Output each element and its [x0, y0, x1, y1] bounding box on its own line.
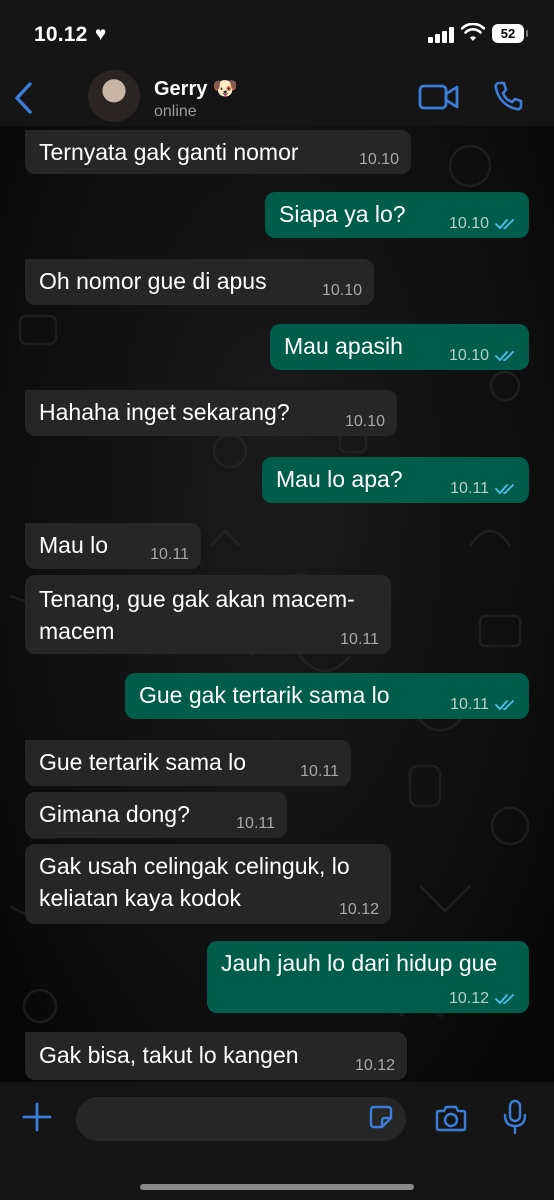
message-time: 10.11 — [150, 546, 189, 563]
home-indicator[interactable] — [140, 1184, 414, 1190]
back-chevron-icon[interactable] — [10, 78, 38, 118]
message-incoming[interactable]: Gak bisa, takut lo kangen 10.12 — [25, 1032, 407, 1080]
message-time: 10.10 — [344, 413, 385, 430]
message-incoming[interactable]: Tenang, gue gak akan macem-macem 10.11 — [25, 575, 391, 654]
message-meta: 10.10 — [449, 347, 517, 365]
message-outgoing[interactable]: Siapa ya lo? 10.10 — [265, 192, 529, 238]
message-meta: 10.11 — [450, 480, 517, 498]
message-time: 10.10 — [358, 151, 399, 168]
chat-header: Gerry 🐶 online — [0, 70, 554, 126]
message-outgoing[interactable]: Gue gak tertarik sama lo 10.11 — [125, 673, 529, 719]
message-time: 10.10 — [448, 215, 489, 232]
contact-name[interactable]: Gerry 🐶 — [154, 76, 238, 101]
message-incoming[interactable]: Hahaha inget sekarang? 10.10 — [25, 390, 397, 436]
message-text: Jauh jauh lo dari hidup gue — [221, 950, 498, 976]
message-time: 10.12 — [448, 990, 489, 1007]
message-time: 10.10 — [448, 347, 489, 364]
camera-icon[interactable] — [435, 1104, 467, 1132]
message-meta: 10.12 — [449, 990, 517, 1008]
cellular-signal-icon — [428, 27, 458, 43]
message-outgoing[interactable]: Jauh jauh lo dari hidup gue 10.12 — [207, 941, 529, 1013]
message-time: 10.11 — [450, 480, 489, 497]
message-time: 10.12 — [354, 1057, 395, 1074]
wifi-icon — [461, 23, 485, 41]
message-incoming[interactable]: Gimana dong? 10.11 — [25, 792, 287, 838]
message-incoming[interactable]: Gue tertarik sama lo 10.11 — [25, 740, 351, 786]
message-time: 10.10 — [321, 282, 362, 299]
message-incoming[interactable]: Oh nomor gue di apus 10.10 — [25, 259, 374, 305]
message-incoming[interactable]: Ternyata gak ganti nomor 10.10 — [25, 130, 411, 174]
message-incoming[interactable]: Gak usah celingak celinguk, lo keliatan … — [25, 844, 391, 924]
status-time: 10.12 — [34, 23, 88, 46]
read-ticks-icon — [495, 993, 514, 1005]
message-outgoing[interactable]: Mau lo apa? 10.11 — [262, 457, 529, 503]
message-text: Ternyata gak ganti nomor — [39, 139, 299, 165]
read-ticks-icon — [495, 218, 514, 230]
message-meta: 10.10 — [449, 215, 517, 233]
read-ticks-icon — [495, 699, 514, 711]
message-text: Gue tertarik sama lo — [39, 749, 247, 775]
microphone-icon[interactable] — [502, 1099, 528, 1135]
status-bar: 10.12 ♥ 52 — [0, 0, 554, 70]
message-time: 10.11 — [236, 815, 275, 832]
message-text: Oh nomor gue di apus — [39, 268, 267, 294]
message-time: 10.12 — [338, 901, 379, 918]
message-text: Hahaha inget sekarang? — [39, 399, 290, 425]
heart-icon: ♥ — [95, 24, 107, 45]
battery-indicator: 52 — [492, 24, 528, 43]
sticker-icon[interactable] — [368, 1104, 394, 1130]
contact-status: online — [154, 103, 197, 120]
message-input[interactable] — [76, 1097, 406, 1141]
compose-bar — [0, 1082, 554, 1200]
message-outgoing[interactable]: Mau apasih 10.10 — [270, 324, 529, 370]
message-incoming[interactable]: Mau lo 10.11 — [25, 523, 201, 569]
phone-call-icon[interactable] — [492, 80, 524, 112]
read-ticks-icon — [495, 483, 514, 495]
message-time: 10.11 — [340, 631, 379, 648]
message-time: 10.11 — [450, 696, 489, 713]
plus-icon[interactable] — [22, 1102, 52, 1132]
message-time: 10.11 — [300, 763, 339, 780]
chat-area[interactable]: Ternyata gak ganti nomor 10.10 Siapa ya … — [0, 126, 554, 1082]
message-text: Gak bisa, takut lo kangen — [39, 1042, 299, 1068]
video-call-icon[interactable] — [418, 82, 460, 112]
message-meta: 10.11 — [450, 696, 517, 714]
read-ticks-icon — [495, 350, 514, 362]
avatar[interactable] — [88, 70, 140, 122]
message-text: Gak usah celingak celinguk, lo keliatan … — [39, 853, 350, 911]
message-text: Tenang, gue gak akan macem-macem — [39, 586, 355, 644]
